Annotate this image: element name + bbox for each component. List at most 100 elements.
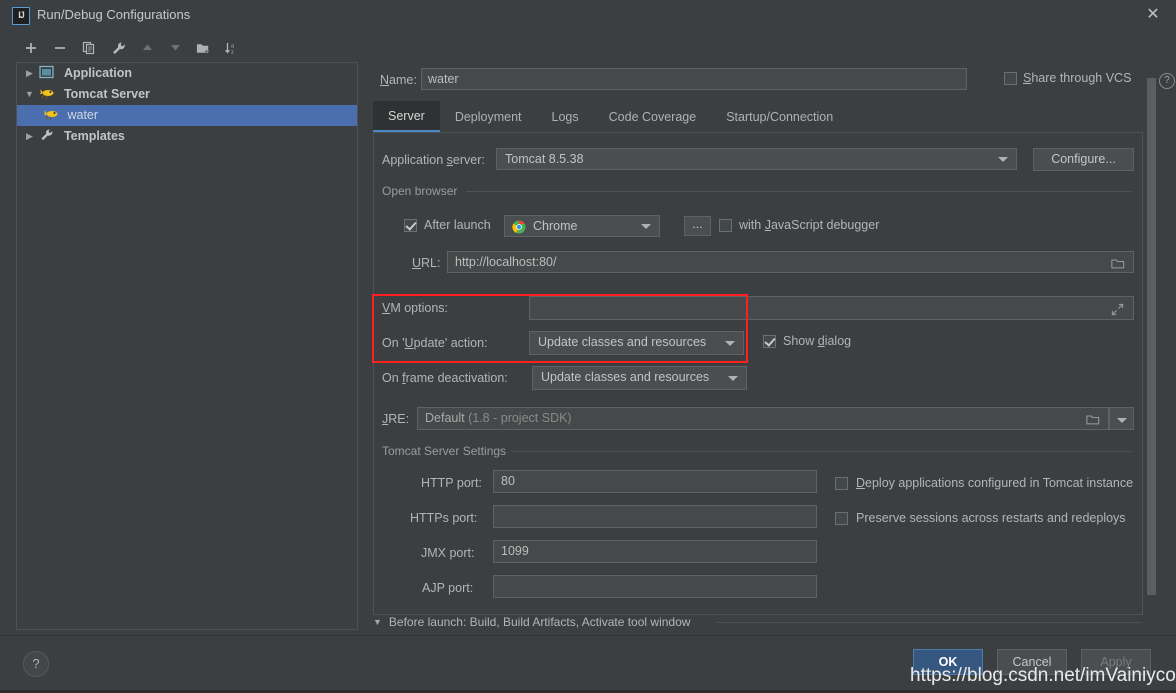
tree-item-label: Tomcat Server xyxy=(63,87,150,102)
folder-icon[interactable] xyxy=(1111,256,1125,272)
tree-item-templates[interactable]: ▶ Templates xyxy=(17,126,357,147)
configuration-editor-panel: Name: Share through VCS ? Server Deploym… xyxy=(359,29,1176,635)
before-launch-arrow-icon[interactable]: ▼ xyxy=(373,617,382,627)
chrome-icon xyxy=(512,220,526,234)
before-launch-divider xyxy=(716,622,1141,623)
chevron-down-icon[interactable] xyxy=(1117,418,1127,423)
tab-logs[interactable]: Logs xyxy=(537,101,594,132)
after-launch-checkbox-box[interactable] xyxy=(404,218,417,232)
application-server-combo[interactable]: Tomcat 8.5.38 xyxy=(496,148,1017,170)
configure-button[interactable]: Configure... xyxy=(1033,148,1134,171)
configurations-tree[interactable]: ▶ Application ▼ Tomcat Server water ▶ Te… xyxy=(16,62,358,630)
server-tab-content: Application server: Tomcat 8.5.38 Config… xyxy=(373,132,1143,615)
js-debugger-label: with JavaScript debugger xyxy=(739,218,880,232)
frame-deactivation-label: On frame deactivation: xyxy=(382,371,508,385)
deploy-applications-checkbox-box[interactable] xyxy=(835,476,848,490)
update-action-value: Update classes and resources xyxy=(538,335,707,349)
show-dialog-checkbox-box[interactable] xyxy=(763,334,776,348)
show-dialog-checkbox[interactable]: Show dialog xyxy=(763,334,851,348)
http-port-label: HTTP port: xyxy=(421,476,482,490)
after-launch-checkbox[interactable]: After launch xyxy=(404,218,491,232)
expand-arrow-icon[interactable]: ▶ xyxy=(23,63,36,84)
frame-deactivation-value: Update classes and resources xyxy=(541,370,710,384)
folder-icon[interactable] xyxy=(1086,412,1100,429)
tomcat-icon xyxy=(39,86,57,102)
chevron-down-icon[interactable] xyxy=(725,341,735,346)
tree-item-water[interactable]: water xyxy=(17,105,357,126)
update-action-combo[interactable]: Update classes and resources xyxy=(529,331,744,355)
preserve-sessions-checkbox[interactable]: Preserve sessions across restarts and re… xyxy=(835,511,1126,525)
tree-item-label: water xyxy=(67,108,99,123)
share-through-vcs-checkbox[interactable]: Share through VCS xyxy=(1004,71,1131,85)
chevron-down-icon[interactable] xyxy=(728,376,738,381)
browser-ellipsis-button[interactable]: ... xyxy=(684,216,711,236)
http-port-input[interactable]: 80 xyxy=(493,470,817,493)
jre-value: Default xyxy=(425,411,465,425)
expand-arrow-icon[interactable]: ▶ xyxy=(23,126,36,147)
tab-deployment[interactable]: Deployment xyxy=(440,101,537,132)
js-debugger-checkbox-box[interactable] xyxy=(719,218,732,232)
add-button[interactable] xyxy=(20,38,42,60)
js-debugger-checkbox[interactable]: with JavaScript debugger xyxy=(719,218,879,232)
preserve-sessions-label: Preserve sessions across restarts and re… xyxy=(856,511,1126,525)
ajp-port-input[interactable] xyxy=(493,575,817,598)
move-up-button[interactable] xyxy=(136,38,158,60)
browser-value: Chrome xyxy=(533,219,578,233)
after-launch-label: After launch xyxy=(424,218,491,232)
name-input[interactable] xyxy=(421,68,967,90)
update-action-label: On 'Update' action: xyxy=(382,336,488,350)
jmx-port-label: JMX port: xyxy=(421,546,475,560)
expand-icon[interactable] xyxy=(1111,302,1124,319)
tab-startup-connection[interactable]: Startup/Connection xyxy=(711,101,848,132)
vm-options-input[interactable] xyxy=(529,296,1134,320)
deploy-applications-checkbox[interactable]: Deploy applications configured in Tomcat… xyxy=(835,476,1133,490)
http-port-value: 80 xyxy=(501,474,515,488)
tab-code-coverage[interactable]: Code Coverage xyxy=(594,101,712,132)
application-icon xyxy=(39,65,57,81)
jre-value-detail: (1.8 - project SDK) xyxy=(468,411,572,425)
before-launch-text: Before launch: Build, Build Artifacts, A… xyxy=(388,615,691,629)
browser-combo[interactable]: Chrome xyxy=(504,215,660,237)
tab-server[interactable]: Server xyxy=(373,101,440,132)
jre-label: JRE: xyxy=(382,412,410,426)
url-input[interactable]: http://localhost:80/ xyxy=(447,251,1134,273)
frame-deactivation-combo[interactable]: Update classes and resources xyxy=(532,366,747,390)
collapse-arrow-icon[interactable]: ▼ xyxy=(23,84,36,105)
wrench-icon[interactable] xyxy=(107,38,129,60)
chevron-down-icon[interactable] xyxy=(998,157,1008,162)
share-checkbox-box[interactable] xyxy=(1004,71,1017,85)
move-down-button[interactable] xyxy=(164,38,186,60)
tomcat-settings-divider xyxy=(509,451,1131,452)
help-button[interactable]: ? xyxy=(23,651,49,677)
tomcat-settings-caption: Tomcat Server Settings xyxy=(382,444,513,458)
scrollbar-thumb[interactable] xyxy=(1147,78,1156,595)
tomcat-icon xyxy=(43,107,61,123)
title-bar: IJ Run/Debug Configurations ✕ xyxy=(0,0,1176,30)
jmx-port-input[interactable]: 1099 xyxy=(493,540,817,563)
question-icon[interactable]: ? xyxy=(1159,73,1175,89)
sort-alpha-icon[interactable]: a z xyxy=(220,38,242,60)
jre-input[interactable]: Default (1.8 - project SDK) xyxy=(417,407,1109,430)
configure-label: Configure... xyxy=(1051,152,1116,166)
url-label: URL: xyxy=(412,256,441,270)
remove-button[interactable] xyxy=(49,38,71,60)
configurations-sidebar: a z ▶ Application ▼ Tomcat Server water … xyxy=(0,29,359,635)
new-folder-button[interactable] xyxy=(192,38,214,60)
open-browser-caption: Open browser xyxy=(382,184,464,198)
ajp-port-label: AJP port: xyxy=(422,581,474,595)
wrench-icon xyxy=(39,128,57,144)
chevron-down-icon[interactable] xyxy=(641,224,651,229)
preserve-sessions-checkbox-box[interactable] xyxy=(835,511,848,525)
jre-dropdown-button[interactable] xyxy=(1109,407,1134,430)
share-label: Share through VCS xyxy=(1023,71,1132,85)
tree-item-application[interactable]: ▶ Application xyxy=(17,63,357,84)
before-launch-section[interactable]: ▼ Before launch: Build, Build Artifacts,… xyxy=(373,615,690,629)
vm-options-label: VM options: xyxy=(382,301,449,315)
https-port-input[interactable] xyxy=(493,505,817,528)
copy-button[interactable] xyxy=(78,38,100,60)
tree-item-tomcat-server[interactable]: ▼ Tomcat Server xyxy=(17,84,357,105)
application-server-value: Tomcat 8.5.38 xyxy=(505,152,584,166)
close-icon[interactable]: ✕ xyxy=(1144,6,1162,24)
intellij-logo-icon: IJ xyxy=(12,7,30,25)
run-debug-configurations-dialog: IJ Run/Debug Configurations ✕ a z ▶ Appl… xyxy=(0,0,1176,693)
